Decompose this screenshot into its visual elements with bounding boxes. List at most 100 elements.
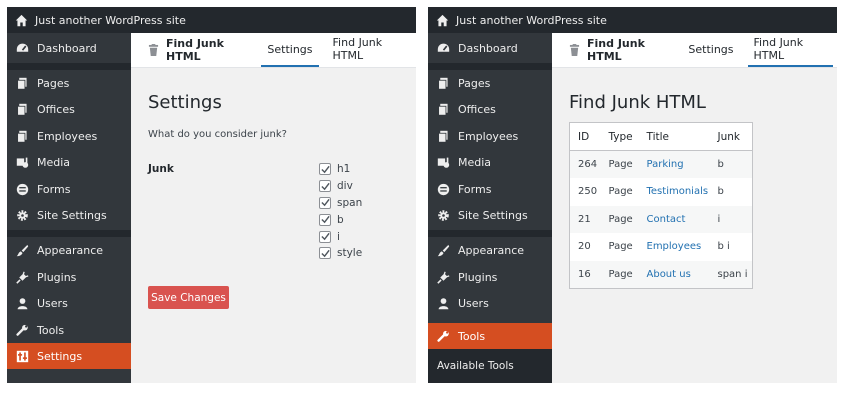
junk-option-label: div <box>337 180 353 193</box>
sidebar-item-media[interactable]: Media <box>428 149 552 175</box>
media-icon <box>436 155 450 169</box>
admin-sidebar: Dashboard Pages Offices Employees Media … <box>428 33 552 383</box>
junk-option[interactable]: b <box>319 211 362 228</box>
cell-junk: b <box>717 186 724 198</box>
sidebar-item-label: Tools <box>458 329 486 343</box>
admin-sidebar: Dashboard Pages Offices Employees Media … <box>7 33 131 383</box>
junk-option[interactable]: i <box>319 228 362 245</box>
sidebar-item-appearance[interactable]: Appearance <box>7 237 131 263</box>
sidebar-item-label: Forms <box>37 182 71 196</box>
cell-id: 264 <box>569 150 601 178</box>
sidebar-item-media[interactable]: Media <box>7 149 131 175</box>
pages-icon <box>15 76 29 90</box>
sidebar-item-tools[interactable]: Tools <box>7 317 131 343</box>
cell-title-link[interactable]: Testimonials <box>639 178 710 206</box>
checkbox[interactable] <box>319 163 331 176</box>
plugin-title-text: Find Junk HTML <box>587 37 645 63</box>
tab-find-junk-html[interactable]: Find Junk HTML <box>747 33 833 67</box>
forms-icon <box>15 182 29 196</box>
checkmark-icon <box>320 249 330 258</box>
site-title-link[interactable]: Just another WordPress site <box>456 14 607 27</box>
pages-icon <box>15 129 29 143</box>
sidebar-item-plugins[interactable]: Plugins <box>428 264 552 290</box>
menu-separator <box>428 230 552 237</box>
checkmark-icon <box>320 165 330 174</box>
save-changes-button[interactable]: Save Changes <box>148 286 229 309</box>
junk-question: What do you consider junk? <box>148 129 287 140</box>
junk-checkbox-list: h1 div span b i style <box>319 161 362 262</box>
junk-results-table: ID Type Title Junk 264 Page Parking b 25… <box>569 122 753 289</box>
cell-title-link[interactable]: Employees <box>639 233 710 261</box>
sidebar-item-offices[interactable]: Offices <box>428 96 552 122</box>
checkbox[interactable] <box>319 213 331 226</box>
cell-junk: b i <box>717 241 730 253</box>
sidebar-item-label: Dashboard <box>37 41 97 55</box>
plugin-header: Find Junk HTML Settings Find Junk HTML <box>131 33 416 68</box>
wrench-icon <box>15 323 29 337</box>
checkbox[interactable] <box>319 196 331 209</box>
page-title: Find Junk HTML <box>569 92 706 113</box>
sidebar-item-pages[interactable]: Pages <box>7 70 131 96</box>
checkmark-icon <box>320 182 330 190</box>
sidebar-item-site-settings[interactable]: Site Settings <box>428 202 552 228</box>
plug-icon <box>436 270 450 284</box>
sidebar-item-dashboard[interactable]: Dashboard <box>7 35 131 61</box>
sidebar-item-label: Tools <box>37 323 65 337</box>
sidebar-item-label: Employees <box>37 129 98 143</box>
junk-option-label: i <box>337 230 340 243</box>
checkbox[interactable] <box>319 247 331 260</box>
cell-id: 20 <box>578 241 591 253</box>
column-header-id: ID <box>569 122 601 151</box>
checkbox[interactable] <box>319 230 331 243</box>
sidebar-item-dashboard[interactable]: Dashboard <box>428 35 552 61</box>
sidebar-item-site-settings[interactable]: Site Settings <box>7 202 131 228</box>
sidebar-item-label: Employees <box>458 129 519 143</box>
sidebar-item-employees[interactable]: Employees <box>428 123 552 149</box>
checkbox[interactable] <box>319 180 331 193</box>
junk-option-label: b <box>337 213 344 226</box>
media-icon <box>15 155 29 169</box>
sidebar-item-label: Forms <box>458 182 492 196</box>
cell-id: 250 <box>578 186 598 198</box>
sidebar-item-label: Appearance <box>37 243 104 257</box>
cell-title-link[interactable]: About us <box>638 260 710 288</box>
settings-sliders-icon <box>15 349 29 363</box>
sidebar-item-settings[interactable]: Settings <box>7 343 131 369</box>
tab-settings[interactable]: Settings <box>682 33 739 67</box>
cell-title-link[interactable]: Parking <box>638 150 710 178</box>
settings-screen: Just another WordPress site Dashboard Pa… <box>7 7 416 383</box>
tab-settings[interactable]: Settings <box>261 33 319 67</box>
plugin-header: Find Junk HTML Settings Find Junk HTML <box>552 33 837 68</box>
table-row: 264 Page Parking b <box>569 150 753 178</box>
site-title-link[interactable]: Just another WordPress site <box>35 14 186 27</box>
sidebar-item-plugins[interactable]: Plugins <box>7 264 131 290</box>
find-junk-content: Find Junk HTML ID Type Title Junk 264 Pa… <box>552 68 837 383</box>
brush-icon <box>15 243 29 257</box>
submenu-item-available-tools[interactable]: Available Tools <box>428 349 552 383</box>
sidebar-item-forms[interactable]: Forms <box>428 176 552 202</box>
sidebar-item-tools[interactable]: Tools <box>428 323 552 349</box>
forms-icon <box>436 182 450 196</box>
find-junk-screen: Just another WordPress site Dashboard Pa… <box>428 7 837 383</box>
plug-icon <box>15 270 29 284</box>
home-icon[interactable] <box>436 14 449 27</box>
junk-option[interactable]: div <box>319 178 362 195</box>
sidebar-item-forms[interactable]: Forms <box>7 176 131 202</box>
page-title: Settings <box>148 92 222 113</box>
menu-separator <box>428 63 552 70</box>
junk-option-label: span <box>337 196 363 209</box>
sidebar-item-label: Offices <box>37 102 75 116</box>
sidebar-item-appearance[interactable]: Appearance <box>428 237 552 263</box>
cell-type: Page <box>600 150 639 178</box>
sidebar-item-offices[interactable]: Offices <box>7 96 131 122</box>
home-icon[interactable] <box>15 14 28 27</box>
sidebar-item-pages[interactable]: Pages <box>428 70 552 96</box>
tab-find-junk-html[interactable]: Find Junk HTML <box>327 33 412 67</box>
junk-option[interactable]: style <box>319 245 362 262</box>
sidebar-item-users[interactable]: Users <box>428 290 552 316</box>
junk-option[interactable]: h1 <box>319 161 362 178</box>
sidebar-item-employees[interactable]: Employees <box>7 123 131 149</box>
cell-title-link[interactable]: Contact <box>638 205 710 233</box>
sidebar-item-users[interactable]: Users <box>7 290 131 316</box>
junk-option[interactable]: span <box>319 195 362 212</box>
